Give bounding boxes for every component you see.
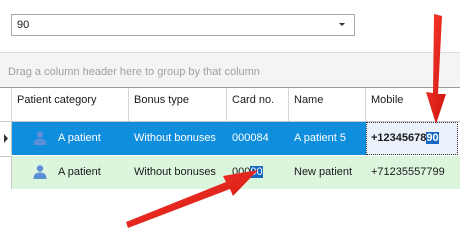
patients-grid[interactable]: Patient category Bonus type Card no. Nam… [0, 87, 460, 189]
cell-text: New patient [294, 166, 353, 178]
column-header-label: Card no. [232, 94, 275, 106]
cell-bonus-type[interactable]: Without bonuses [129, 122, 227, 155]
filter-combobox[interactable]: 90 [11, 14, 355, 36]
column-header-label: Patient category [17, 94, 97, 106]
person-icon [33, 165, 47, 179]
cell-text: 000084 [232, 132, 269, 144]
filter-panel: 90 [0, 0, 460, 52]
cell-card-no[interactable]: 000084 [227, 122, 289, 155]
row-indicator[interactable] [0, 156, 12, 189]
cell-text: A patient [58, 132, 101, 144]
row-indicator[interactable] [0, 122, 12, 155]
column-header-card-no[interactable]: Card no. [227, 88, 289, 121]
cell-bonus-type[interactable]: Without bonuses [129, 156, 227, 189]
group-by-panel[interactable]: Drag a column header here to group by th… [0, 52, 460, 87]
grid-header: Patient category Bonus type Card no. Nam… [0, 88, 460, 122]
cell-mobile[interactable]: +71235557799 [366, 156, 460, 189]
column-header-mobile[interactable]: Mobile [366, 88, 460, 121]
cell-name[interactable]: A patient 5 [289, 122, 366, 155]
cell-mobile[interactable]: +1234567890 [366, 122, 458, 155]
column-header-patient-category[interactable]: Patient category [12, 88, 129, 121]
column-header-label: Name [294, 94, 324, 106]
cell-patient-category[interactable]: A patient [12, 156, 129, 189]
cell-card-no[interactable]: 00090 [227, 156, 289, 189]
cell-text: Without bonuses [134, 166, 216, 178]
column-header-label: Bonus type [134, 94, 190, 106]
cell-text: A patient [58, 166, 101, 178]
cell-text: +71235557799 [371, 166, 445, 178]
cell-text: +1234567890 [371, 132, 439, 144]
table-row[interactable]: A patient Without bonuses 000084 A patie… [0, 122, 460, 155]
mobile-prefix: +12345678 [371, 132, 427, 144]
chevron-down-icon[interactable] [337, 19, 347, 31]
column-header-bonus-type[interactable]: Bonus type [129, 88, 227, 121]
person-icon [33, 131, 47, 145]
column-header-label: Mobile [371, 94, 404, 106]
row-pointer-icon [4, 134, 8, 143]
header-indicator-cell [0, 88, 12, 121]
group-by-hint: Drag a column header here to group by th… [8, 66, 260, 78]
search-match-highlight: 90 [250, 166, 263, 178]
column-header-name[interactable]: Name [289, 88, 366, 121]
cell-patient-category[interactable]: A patient [12, 122, 129, 155]
cell-text: Without bonuses [134, 132, 216, 144]
card-prefix: 000 [232, 166, 251, 178]
search-match-highlight: 90 [426, 132, 439, 144]
cell-text: 00090 [232, 166, 263, 178]
cell-text: A patient 5 [294, 132, 346, 144]
cell-name[interactable]: New patient [289, 156, 366, 189]
table-row[interactable]: A patient Without bonuses 00090 New pati… [0, 155, 460, 189]
filter-value[interactable]: 90 [17, 19, 29, 31]
